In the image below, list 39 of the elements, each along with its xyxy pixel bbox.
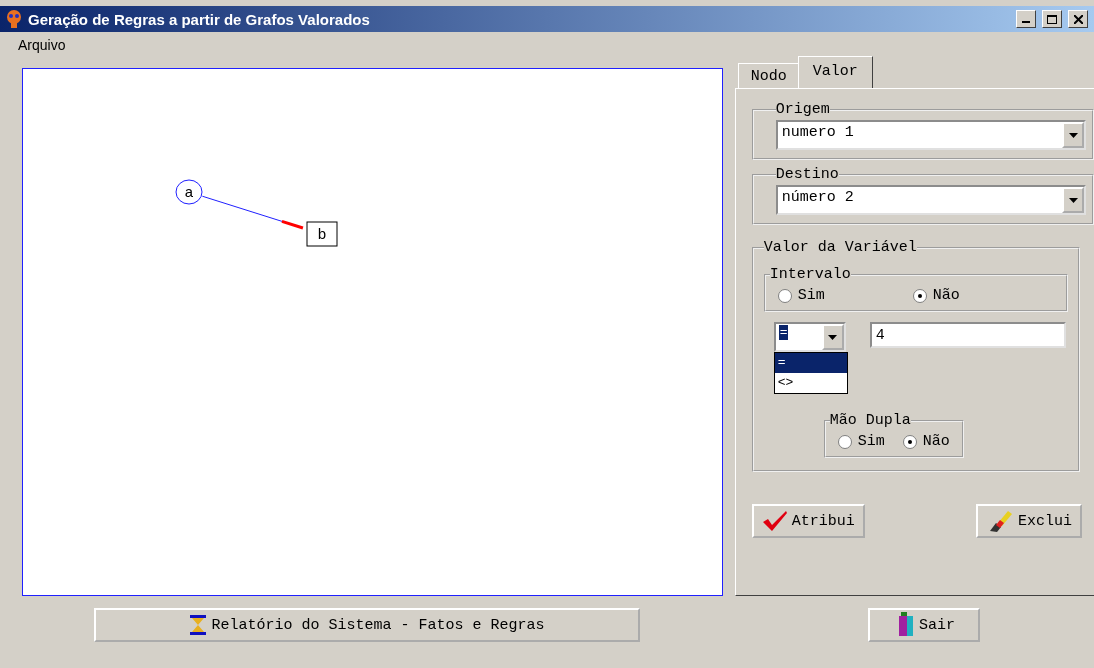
group-label: Intervalo xyxy=(769,266,851,283)
graph-node[interactable]: b xyxy=(306,221,338,247)
dropdown-arrow-icon xyxy=(828,334,838,340)
radio-button[interactable] xyxy=(902,434,917,449)
dropdown[interactable]: número 2 xyxy=(775,185,1086,215)
group-label: Valor da Variável xyxy=(763,239,917,256)
maximize-icon xyxy=(1047,14,1057,24)
group-label: Destino xyxy=(775,166,839,183)
maximize-button[interactable] xyxy=(1042,10,1062,28)
dropdown-arrow-icon xyxy=(1068,132,1078,138)
window-title: Geração de Regras a partir de Grafos Valorados xyxy=(28,10,371,28)
menu-item[interactable]: Arquivo xyxy=(18,37,66,53)
checkmark-icon xyxy=(761,510,788,532)
group-label: Origem xyxy=(775,101,830,118)
close-icon xyxy=(1073,14,1083,24)
app-icon xyxy=(6,10,22,28)
group-label: Mão Dupla xyxy=(829,412,911,429)
dropdown-arrow-icon xyxy=(1068,197,1078,203)
radio-option[interactable]: Sim xyxy=(837,433,885,450)
graph-canvas[interactable]: a b xyxy=(22,68,723,596)
radio-button[interactable] xyxy=(912,288,927,303)
value-input[interactable]: 4 xyxy=(869,322,1066,348)
dropdown[interactable]: numero 1 xyxy=(775,120,1086,150)
tab[interactable]: Nodo xyxy=(737,63,800,88)
graph-node[interactable]: a xyxy=(175,179,203,205)
minimize-button[interactable] xyxy=(1016,10,1036,28)
close-button[interactable] xyxy=(1068,10,1088,28)
radio-option[interactable]: Não xyxy=(912,287,960,304)
dropdown-option[interactable]: = xyxy=(774,353,847,373)
action-button[interactable]: Atribui xyxy=(751,504,865,538)
action-button[interactable]: Exclui xyxy=(976,504,1082,538)
tab[interactable]: Valor xyxy=(797,56,873,88)
hourglass-icon xyxy=(189,614,208,636)
radio-option[interactable]: Sim xyxy=(777,287,825,304)
footer-button[interactable]: Sair xyxy=(868,608,980,642)
radio-button[interactable] xyxy=(837,434,852,449)
footer-button[interactable]: Relatório do Sistema - Fatos e Regras xyxy=(94,608,640,642)
radio-option[interactable]: Não xyxy=(902,433,950,450)
radio-button[interactable] xyxy=(777,288,792,303)
